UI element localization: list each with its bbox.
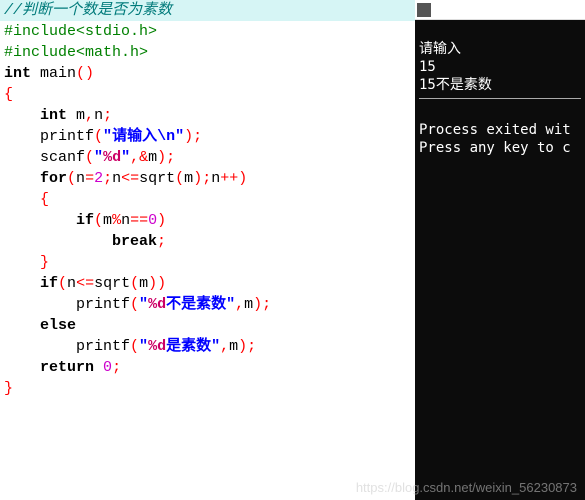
- console-window: 请输入 15 15不是素数 Process exited wit Press a…: [415, 0, 585, 500]
- console-line: 请输入: [419, 41, 461, 57]
- comment-text: //判断一个数是否为素数: [4, 2, 172, 19]
- code-line: printf("请输入\n");: [0, 126, 415, 147]
- code-line: {: [0, 189, 415, 210]
- code-line: {: [0, 84, 415, 105]
- code-line: if(n<=sqrt(m)): [0, 273, 415, 294]
- console-line: 15不是素数: [419, 77, 492, 93]
- console-separator: [419, 98, 581, 99]
- code-line: //判断一个数是否为素数: [0, 0, 415, 21]
- preproc-text: #include<stdio.h>: [4, 23, 157, 40]
- console-line: Press any key to c: [419, 140, 571, 156]
- code-line: int m,n;: [0, 105, 415, 126]
- console-line: 15: [419, 59, 436, 75]
- code-line: if(m%n==0): [0, 210, 415, 231]
- code-line: else: [0, 315, 415, 336]
- console-output[interactable]: 请输入 15 15不是素数 Process exited wit Press a…: [415, 20, 585, 177]
- code-line: int main(): [0, 63, 415, 84]
- code-line: return 0;: [0, 357, 415, 378]
- code-line: printf("%d是素数",m);: [0, 336, 415, 357]
- code-line: for(n=2;n<=sqrt(m);n++): [0, 168, 415, 189]
- watermark-text: https://blog.csdn.net/weixin_56230873: [356, 480, 577, 495]
- code-editor[interactable]: //判断一个数是否为素数 #include<stdio.h> #include<…: [0, 0, 415, 500]
- code-line: #include<stdio.h>: [0, 21, 415, 42]
- code-line: #include<math.h>: [0, 42, 415, 63]
- code-line: printf("%d不是素数",m);: [0, 294, 415, 315]
- console-title-bar[interactable]: [415, 0, 585, 20]
- code-line: scanf("%d",&m);: [0, 147, 415, 168]
- code-line: break;: [0, 231, 415, 252]
- code-line: }: [0, 378, 415, 399]
- code-line: }: [0, 252, 415, 273]
- preproc-text: #include<math.h>: [4, 44, 148, 61]
- console-icon: [417, 3, 431, 17]
- console-line: Process exited wit: [419, 122, 571, 138]
